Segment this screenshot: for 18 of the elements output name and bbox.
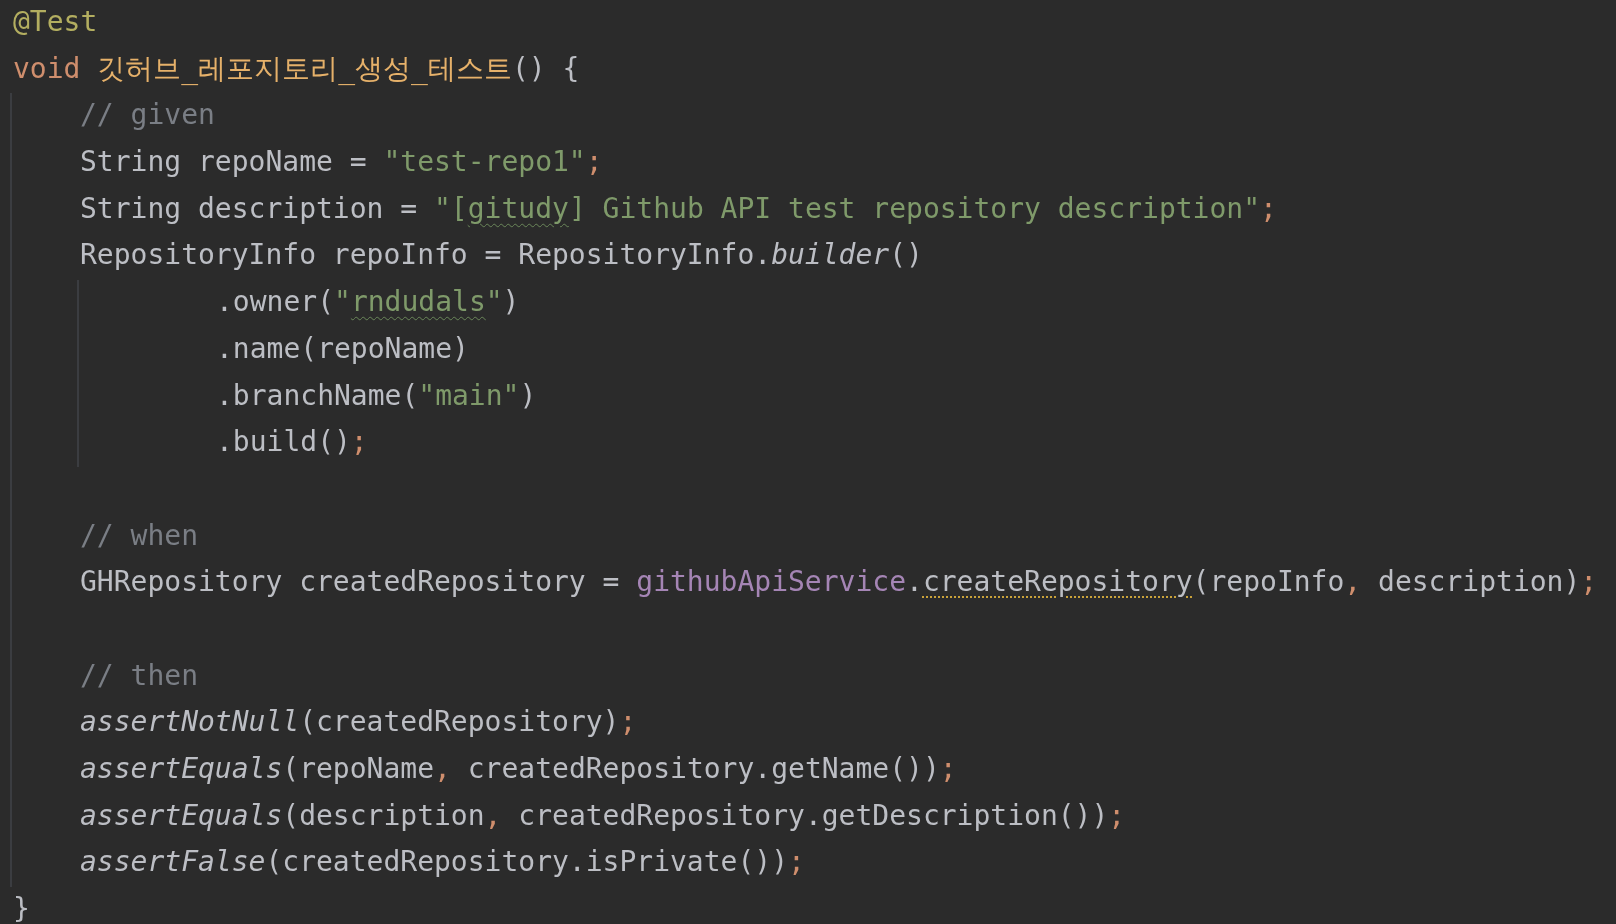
code-line: .name(repoName) bbox=[216, 330, 469, 367]
code-line: GHRepository createdRepository = githubApiService.createRepository(repoInfo, description); bbox=[80, 564, 1598, 601]
code-line: // given bbox=[80, 97, 215, 134]
code-line: assertEquals(description, createdRepository.getDescription()); bbox=[80, 797, 1126, 834]
code-line: .build(); bbox=[216, 424, 368, 461]
code-line: } bbox=[13, 891, 30, 924]
code-line: // then bbox=[80, 657, 198, 694]
code-line: .owner("rndudals") bbox=[216, 284, 520, 321]
code-line: assertFalse(createdRepository.isPrivate()); bbox=[80, 844, 805, 881]
code-line: String description = "[gitudy] Github API test repository description"; bbox=[80, 190, 1277, 227]
code-line: // when bbox=[80, 517, 198, 554]
code-line: String repoName = "test-repo1"; bbox=[80, 144, 603, 181]
code-line: .branchName("main") bbox=[216, 377, 537, 414]
code-line: assertEquals(repoName, createdRepository.getName()); bbox=[80, 751, 957, 787]
code-line: RepositoryInfo repoInfo = RepositoryInfo.builder() bbox=[80, 237, 923, 274]
code-line: assertNotNull(createdRepository); bbox=[80, 704, 637, 741]
code-line: @Test bbox=[13, 4, 98, 40]
code-line: void 깃허브_레포지토리_생성_테스트() { bbox=[13, 50, 580, 87]
